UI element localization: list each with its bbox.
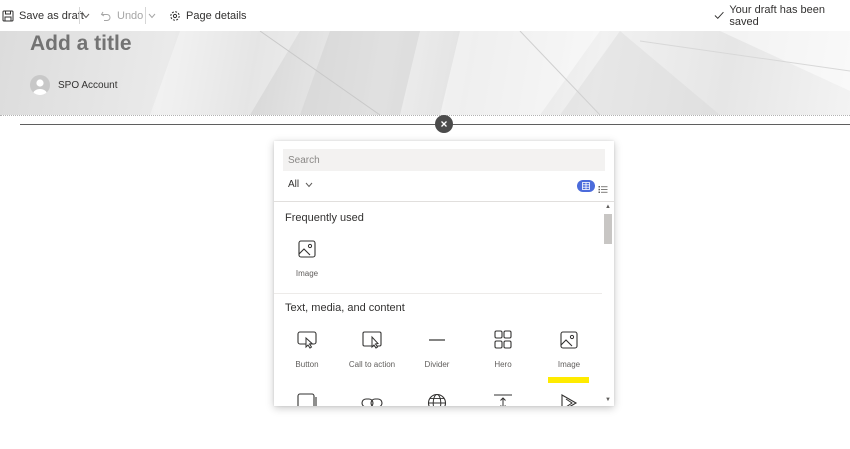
- person-icon: [33, 79, 47, 95]
- grid-view-icon: [582, 182, 590, 190]
- webpart-tile-button[interactable]: Button: [274, 329, 340, 369]
- save-icon: [2, 10, 14, 21]
- section-heading-frequently-used: Frequently used: [285, 212, 364, 224]
- chevron-down-icon: [148, 13, 156, 18]
- webpart-tile-partial[interactable]: [470, 392, 536, 406]
- webpart-tile-partial[interactable]: [339, 392, 405, 406]
- hero-icon: [494, 330, 512, 349]
- webpart-tile-label: Call to action: [348, 360, 396, 369]
- highlight-annotation: [548, 377, 589, 383]
- close-toolbox-button[interactable]: [435, 115, 453, 133]
- webpart-tile-partial[interactable]: [274, 392, 340, 406]
- webpart-list[interactable]: Frequently used Image Text, media, and c…: [274, 202, 602, 406]
- section-heading-text-media-content: Text, media, and content: [285, 302, 405, 314]
- webpart-toolbox: All Frequently used Imag: [274, 141, 614, 406]
- save-status: Your draft has been saved: [714, 0, 850, 31]
- webpart-tile-call-to-action[interactable]: Call to action: [339, 329, 405, 369]
- chevron-down-icon: [305, 182, 313, 187]
- page-title-input[interactable]: Add a title: [30, 32, 132, 56]
- section-divider: [274, 293, 602, 294]
- save-as-draft-label: Save as draft: [19, 9, 84, 22]
- avatar: [30, 75, 50, 95]
- image-gallery-icon: [297, 393, 317, 406]
- gear-icon: [170, 10, 180, 21]
- scroll-up-arrow[interactable]: ▲: [605, 204, 611, 210]
- save-as-draft-button[interactable]: Save as draft: [2, 0, 84, 31]
- title-region-border: [0, 115, 850, 116]
- webpart-tile-partial[interactable]: [536, 392, 602, 406]
- divider-icon: [429, 339, 445, 341]
- checkmark-icon: [714, 11, 724, 20]
- save-status-text: Your draft has been saved: [729, 3, 825, 28]
- close-icon: [441, 121, 447, 127]
- webpart-tile-label: Divider: [424, 360, 450, 369]
- author-name: SPO Account: [58, 79, 118, 91]
- webpart-tile-image-frequent[interactable]: Image: [274, 238, 340, 278]
- scrollbar-thumb[interactable]: [604, 214, 612, 244]
- undo-label: Undo: [117, 9, 144, 22]
- toolbar-separator: [79, 7, 80, 24]
- grid-view-toggle[interactable]: [577, 180, 595, 192]
- title-region: Add a title SPO Account: [0, 31, 850, 115]
- list-view-icon: [598, 186, 608, 193]
- scroll-down-arrow[interactable]: ▼: [605, 397, 611, 403]
- list-view-toggle[interactable]: [598, 181, 608, 199]
- image-icon: [560, 331, 578, 349]
- link-icon: [361, 398, 383, 406]
- globe-icon: [427, 393, 447, 406]
- toolbox-search-input[interactable]: [283, 149, 605, 171]
- command-bar: Save as draft Undo Page details Your dra…: [0, 0, 850, 31]
- chevron-down-icon: [82, 13, 90, 18]
- spacer-icon: [494, 394, 512, 406]
- undo-button[interactable]: Undo: [100, 0, 143, 31]
- page-details-button[interactable]: Page details: [169, 0, 247, 31]
- category-filter-label: All: [288, 179, 300, 190]
- webpart-list-scrollbar[interactable]: ▲ ▼: [603, 202, 614, 406]
- undo-options-chevron[interactable]: [148, 0, 156, 31]
- undo-icon: [100, 11, 111, 21]
- author-byline[interactable]: SPO Account: [30, 75, 117, 95]
- stream-icon: [561, 394, 578, 406]
- webpart-tile-partial[interactable]: [404, 392, 470, 406]
- image-icon: [298, 240, 316, 258]
- category-filter-dropdown[interactable]: All: [288, 179, 313, 190]
- webpart-tile-label: Image: [557, 360, 581, 369]
- button-icon: [297, 331, 317, 349]
- webpart-tile-label: Hero: [494, 360, 512, 369]
- webpart-tile-label: Image: [295, 269, 319, 278]
- webpart-tile-label: Button: [295, 360, 319, 369]
- webpart-tile-image[interactable]: Image: [536, 329, 602, 369]
- page-details-label: Page details: [186, 9, 247, 22]
- webpart-tile-divider[interactable]: Divider: [404, 329, 470, 369]
- toolbar-separator: [145, 7, 146, 24]
- save-options-chevron[interactable]: [82, 0, 90, 31]
- call-to-action-icon: [362, 331, 382, 349]
- webpart-tile-hero[interactable]: Hero: [470, 329, 536, 369]
